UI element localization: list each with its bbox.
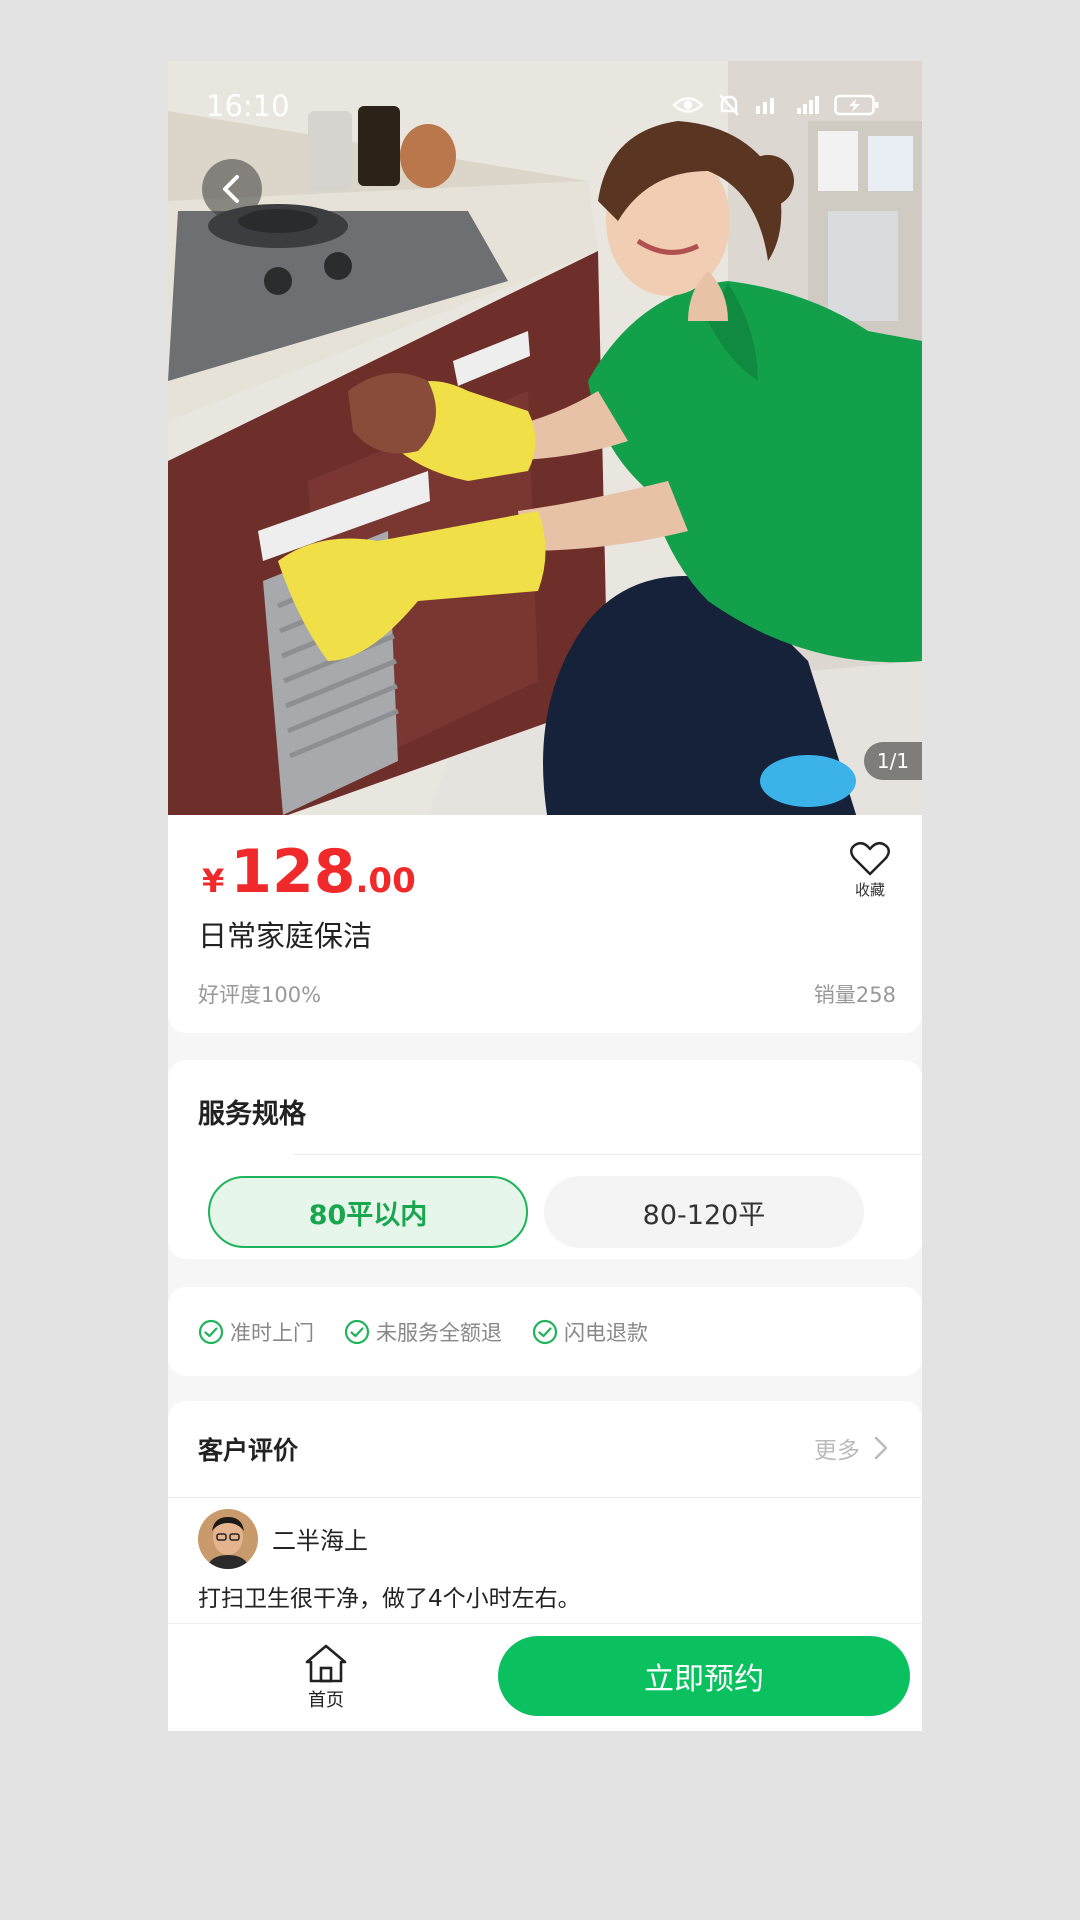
chevron-right-icon bbox=[874, 1436, 888, 1460]
battery-icon bbox=[834, 94, 879, 116]
heart-icon bbox=[850, 841, 890, 876]
back-button[interactable] bbox=[202, 159, 262, 219]
image-counter: 1/1 bbox=[864, 742, 922, 780]
eye-icon bbox=[672, 97, 704, 113]
spec-heading: 服务规格 bbox=[198, 1099, 306, 1130]
home-label: 首页 bbox=[308, 1690, 344, 1711]
price-decimal: .00 bbox=[355, 861, 416, 901]
avatar-image bbox=[198, 1509, 258, 1569]
sales-count: 销量258 bbox=[813, 983, 896, 1007]
avatar bbox=[198, 1509, 258, 1569]
reviews-card: 客户评价 更多 二半海上 打扫卫生很干净，做了4个小时左右。 bbox=[168, 1401, 922, 1661]
price: ¥ 128 .00 bbox=[202, 837, 416, 907]
guarantee-item: 未服务全额退 bbox=[344, 1317, 502, 1347]
review-text: 打扫卫生很干净，做了4个小时左右。 bbox=[198, 1586, 581, 1612]
home-tab[interactable]: 首页 bbox=[298, 1642, 354, 1712]
guarantee-bar: 准时上门 未服务全额退 闪电退款 bbox=[168, 1287, 922, 1376]
product-image[interactable]: 16:10 1/1 bbox=[168, 61, 922, 815]
check-circle-icon bbox=[344, 1319, 370, 1344]
currency-symbol: ¥ bbox=[202, 862, 225, 900]
more-reviews-link[interactable]: 更多 bbox=[814, 1431, 888, 1465]
mute-icon bbox=[719, 94, 739, 116]
signal-icon bbox=[797, 96, 819, 114]
rating-text: 好评度100% bbox=[198, 983, 322, 1007]
reviews-heading: 客户评价 bbox=[198, 1436, 299, 1465]
status-time: 16:10 bbox=[206, 89, 290, 123]
more-label: 更多 bbox=[814, 1438, 860, 1464]
check-circle-icon bbox=[532, 1319, 558, 1344]
divider bbox=[293, 1154, 922, 1155]
bottom-bar: 首页 立即预约 bbox=[168, 1623, 922, 1731]
screen: 16:10 1/1 ¥ 128 .00 收藏 日常家庭保洁 好评度100% 销量… bbox=[168, 61, 922, 1731]
guarantee-label: 准时上门 bbox=[230, 1320, 314, 1345]
book-now-button[interactable]: 立即预约 bbox=[498, 1636, 910, 1716]
guarantee-label: 闪电退款 bbox=[564, 1320, 648, 1345]
service-spec-card: 服务规格 80平以内 80-120平 bbox=[168, 1060, 922, 1259]
guarantee-item: 准时上门 bbox=[198, 1317, 314, 1347]
chevron-left-icon bbox=[223, 175, 239, 203]
favorite-button[interactable]: 收藏 bbox=[844, 841, 896, 900]
check-circle-icon bbox=[198, 1319, 224, 1344]
price-integer: 128 bbox=[230, 837, 356, 907]
spec-option-80-within[interactable]: 80平以内 bbox=[208, 1176, 528, 1248]
guarantee-label: 未服务全额退 bbox=[376, 1320, 502, 1345]
guarantee-item: 闪电退款 bbox=[532, 1317, 648, 1347]
cleaning-photo bbox=[168, 61, 922, 815]
divider bbox=[168, 1497, 922, 1498]
status-bar: 16:10 bbox=[168, 61, 922, 151]
review-username: 二半海上 bbox=[272, 1527, 368, 1555]
product-info-card: ¥ 128 .00 收藏 日常家庭保洁 好评度100% 销量258 bbox=[168, 815, 922, 1033]
favorite-label: 收藏 bbox=[854, 881, 885, 899]
network-icon bbox=[756, 98, 774, 114]
spec-option-80-120[interactable]: 80-120平 bbox=[544, 1176, 864, 1248]
product-title: 日常家庭保洁 bbox=[198, 919, 373, 953]
home-icon bbox=[305, 1644, 347, 1683]
status-icons bbox=[672, 93, 880, 117]
